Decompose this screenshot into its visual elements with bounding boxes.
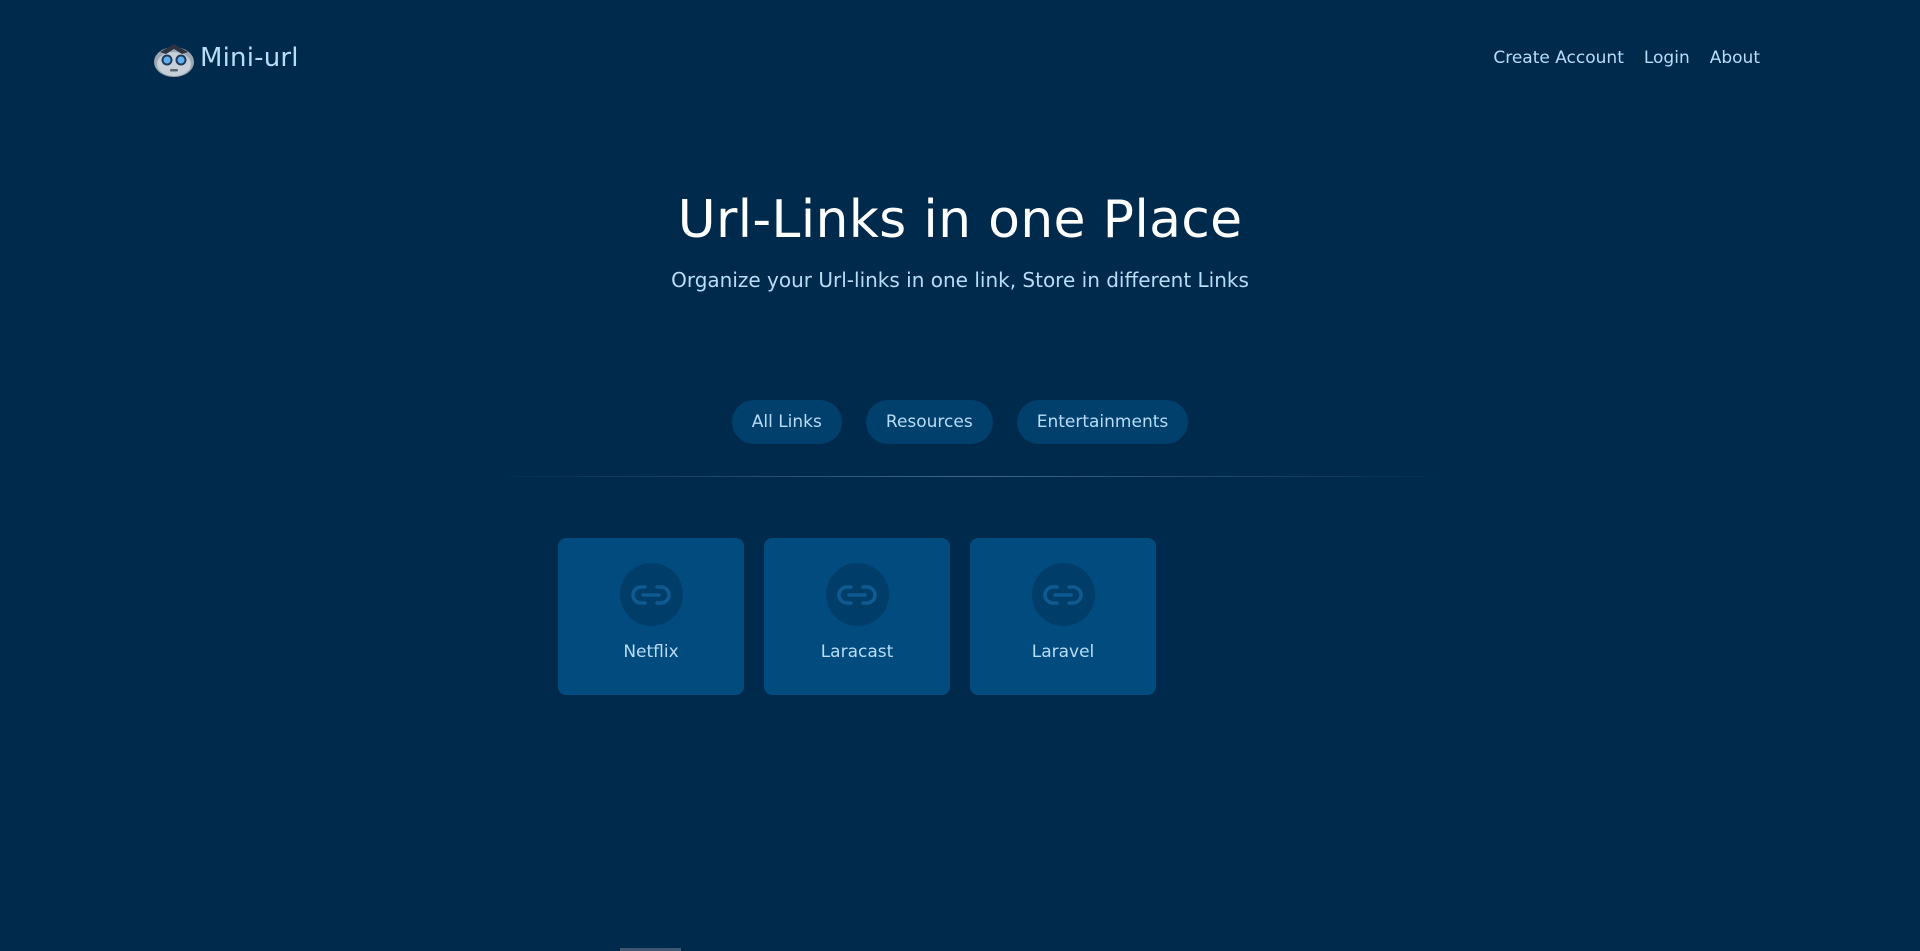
card-label: Netflix xyxy=(623,642,679,662)
filter-all-links[interactable]: All Links xyxy=(731,400,842,444)
link-card-laracast[interactable]: Laracast xyxy=(764,538,950,695)
card-icon-circle xyxy=(825,563,889,626)
robot-logo-icon xyxy=(154,44,194,77)
nav-login[interactable]: Login xyxy=(1644,48,1690,68)
card-icon-circle xyxy=(1031,563,1095,626)
card-icon-circle xyxy=(619,563,683,626)
page: Mini-url Create Account Login About Url-… xyxy=(0,0,1920,951)
filter-entertainments[interactable]: Entertainments xyxy=(1016,400,1189,444)
card-label: Laravel xyxy=(1031,642,1095,662)
top-nav: Create Account Login About xyxy=(1493,48,1760,68)
section-divider xyxy=(480,476,1460,477)
brand-name: Mini-url xyxy=(200,43,299,73)
filter-resources[interactable]: Resources xyxy=(865,400,993,444)
category-filters: All Links Resources Entertainments xyxy=(0,400,1920,444)
link-cards: Netflix Laracast Laravel xyxy=(558,538,1156,695)
card-label: Laracast xyxy=(820,642,894,662)
link-icon xyxy=(1043,584,1083,605)
link-card-netflix[interactable]: Netflix xyxy=(558,538,744,695)
link-icon xyxy=(837,584,877,605)
link-icon xyxy=(631,584,671,605)
link-card-laravel[interactable]: Laravel xyxy=(970,538,1156,695)
hero-subtitle: Organize your Url-links in one link, Sto… xyxy=(671,268,1249,292)
brand-home-link[interactable]: Mini-url xyxy=(152,38,299,78)
nav-about[interactable]: About xyxy=(1710,48,1760,68)
nav-create-account[interactable]: Create Account xyxy=(1493,48,1624,68)
hero-title: Url-Links in one Place xyxy=(677,190,1243,250)
